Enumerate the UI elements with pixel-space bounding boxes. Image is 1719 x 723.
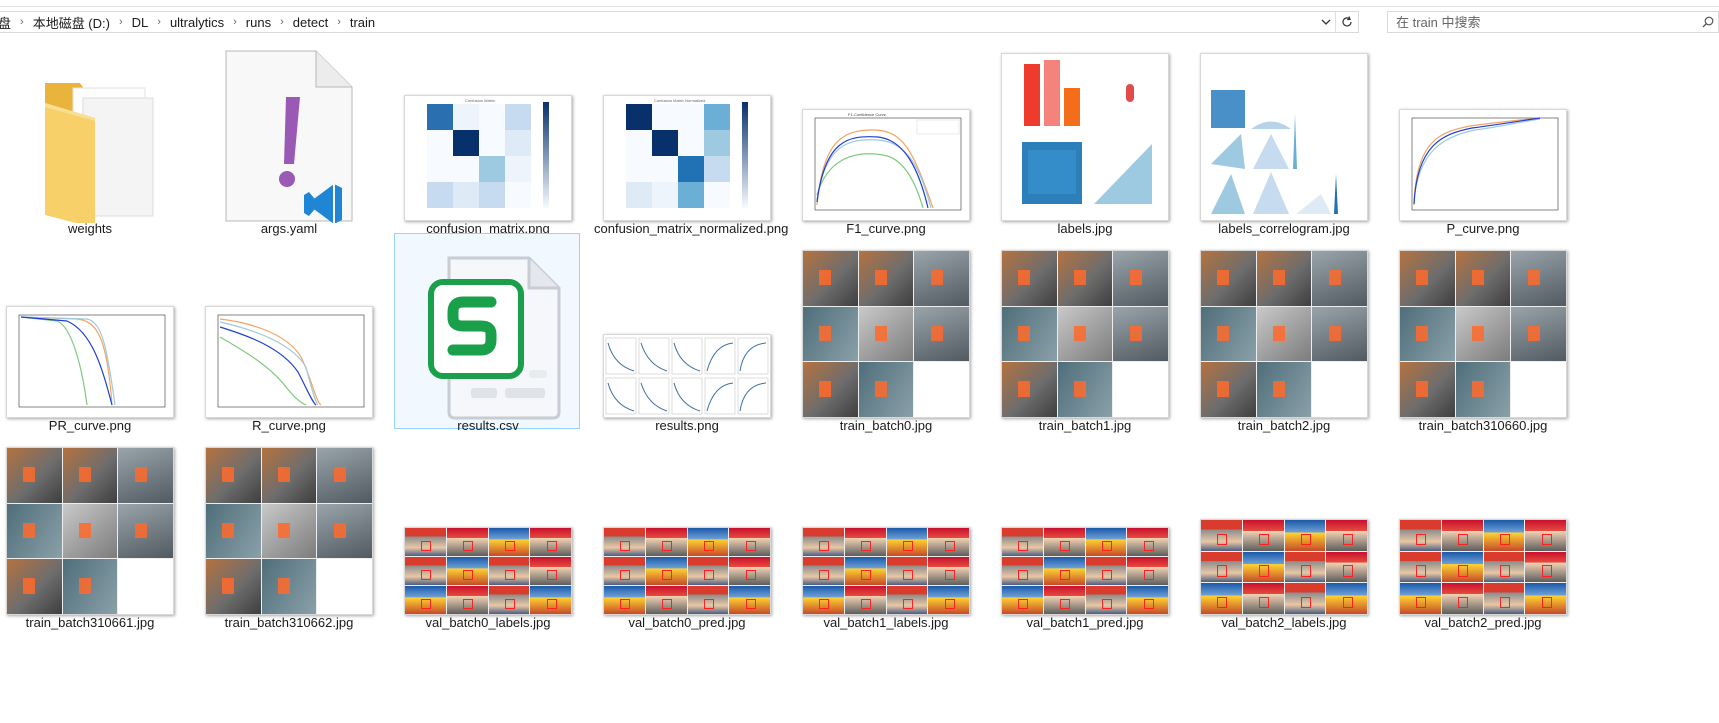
pr-curve-thumbnail [6,306,174,418]
file-item-val-batch2-pred[interactable]: val_batch2_pred.jpg [1389,430,1575,630]
train-batch310661-thumbnail [6,447,174,615]
yaml-thumbnail [196,43,382,223]
file-item-train-batch1[interactable]: train_batch1.jpg [991,233,1177,433]
confusion-matrix-thumbnail: Confusion Matrix [404,95,572,221]
breadcrumb-item-runs[interactable]: runs [243,15,274,30]
breadcrumb-item-drive[interactable]: 本地磁盘 (D:) [30,13,113,32]
file-item-results-png[interactable]: results.png [593,233,779,433]
p-curve-thumbnail [1399,109,1567,221]
file-item-confusion-matrix-normalized[interactable]: Confusion Matrix Normalized confusion_ma… [593,36,788,236]
file-item-val-batch2-labels[interactable]: val_batch2_labels.jpg [1190,430,1376,630]
file-item-train-batch2[interactable]: train_batch2.jpg [1190,233,1376,433]
search-input[interactable] [1388,13,1698,31]
results-thumbnail [603,334,771,418]
file-item-train-batch310662[interactable]: train_batch310662.jpg [195,430,381,630]
file-item-results-csv[interactable]: results.csv [394,233,580,433]
val-batch0-pred-thumbnail [603,527,771,615]
file-item-p-curve[interactable]: P_curve.png [1389,36,1575,236]
spreadsheet-file-icon [428,256,561,420]
labels-thumbnail [1001,53,1169,221]
document-icon [225,50,353,223]
file-item-train-batch0[interactable]: train_batch0.jpg [792,233,978,433]
svg-text:Confusion Matrix Normalized: Confusion Matrix Normalized [654,98,705,103]
train-batch2-thumbnail [1200,250,1368,418]
file-item-val-batch1-pred[interactable]: val_batch1_pred.jpg [991,430,1177,630]
file-name: val_batch2_pred.jpg [1424,615,1542,630]
breadcrumb-chevron-icon[interactable]: › [274,16,290,28]
val-batch1-pred-thumbnail [1001,527,1169,615]
file-item-pr-curve[interactable]: PR_curve.png [0,233,182,433]
file-name: val_batch1_labels.jpg [823,615,949,630]
svg-text:Confusion Matrix: Confusion Matrix [465,98,495,103]
breadcrumb-chevron-icon[interactable]: › [14,16,30,28]
file-item-val-batch1-labels[interactable]: val_batch1_labels.jpg [792,430,978,630]
val-batch2-labels-thumbnail [1200,519,1368,615]
file-item-labels[interactable]: labels.jpg [991,36,1177,236]
folder-icon [45,83,154,223]
svg-text:F1-Confidence Curve: F1-Confidence Curve [848,112,887,117]
file-name: val_batch1_pred.jpg [1026,615,1144,630]
breadcrumb-item-detect[interactable]: detect [290,15,331,30]
train-batch0-thumbnail [802,250,970,418]
breadcrumb-item-ultralytics[interactable]: ultralytics [167,15,227,30]
breadcrumb-item-parent[interactable]: 盘 [0,13,14,32]
file-item-f1-curve[interactable]: F1-Confidence Curve F1_curve.png [792,36,978,236]
breadcrumb-chevron-icon[interactable]: › [151,16,167,28]
address-history-chevron-down-icon[interactable] [1316,12,1335,32]
file-item-labels-correlogram[interactable]: labels_correlogram.jpg [1190,36,1376,236]
train-batch310662-thumbnail [205,447,373,615]
file-item-val-batch0-labels[interactable]: val_batch0_labels.jpg [394,430,580,630]
address-bar[interactable]: 盘 › 本地磁盘 (D:) › DL › ultralytics › runs … [0,11,1359,33]
file-item-train-batch310661[interactable]: train_batch310661.jpg [0,430,182,630]
train-batch310660-thumbnail [1399,250,1567,418]
file-name: val_batch0_pred.jpg [628,615,746,630]
file-item-r-curve[interactable]: R_curve.png [195,233,381,433]
file-item-args-yaml[interactable]: args.yaml [195,36,382,236]
file-name: train_batch310661.jpg [25,615,155,630]
search-box[interactable] [1387,11,1719,33]
f1-curve-thumbnail: F1-Confidence Curve [802,109,970,221]
file-item-val-batch0-pred[interactable]: val_batch0_pred.jpg [593,430,779,630]
search-icon[interactable] [1698,16,1718,28]
val-batch2-pred-thumbnail [1399,519,1567,615]
file-name: val_batch0_labels.jpg [425,615,551,630]
file-name: val_batch2_labels.jpg [1221,615,1347,630]
file-item-confusion-matrix[interactable]: Confusion Matrix confusion_matrix.png [394,36,580,236]
file-item-train-batch310660[interactable]: train_batch310660.jpg [1389,233,1575,433]
confusion-matrix-normalized-thumbnail: Confusion Matrix Normalized [603,95,771,221]
file-item-weights[interactable]: weights [0,36,183,236]
title-bar-edge [0,0,1719,7]
val-batch0-labels-thumbnail [404,527,572,615]
breadcrumb-chevron-icon[interactable]: › [227,16,243,28]
breadcrumb-chevron-icon[interactable]: › [331,16,347,28]
val-batch1-labels-thumbnail [802,527,970,615]
refresh-icon[interactable] [1335,12,1358,32]
labels-correlogram-thumbnail [1200,53,1368,221]
breadcrumb-item-train[interactable]: train [347,15,378,30]
breadcrumb: 盘 › 本地磁盘 (D:) › DL › ultralytics › runs … [0,12,1316,32]
breadcrumb-chevron-icon[interactable]: › [113,16,129,28]
train-batch1-thumbnail [1001,250,1169,418]
breadcrumb-item-dl[interactable]: DL [129,15,152,30]
r-curve-thumbnail [205,306,373,418]
folder-thumbnail [0,43,183,223]
file-name: train_batch310662.jpg [224,615,354,630]
